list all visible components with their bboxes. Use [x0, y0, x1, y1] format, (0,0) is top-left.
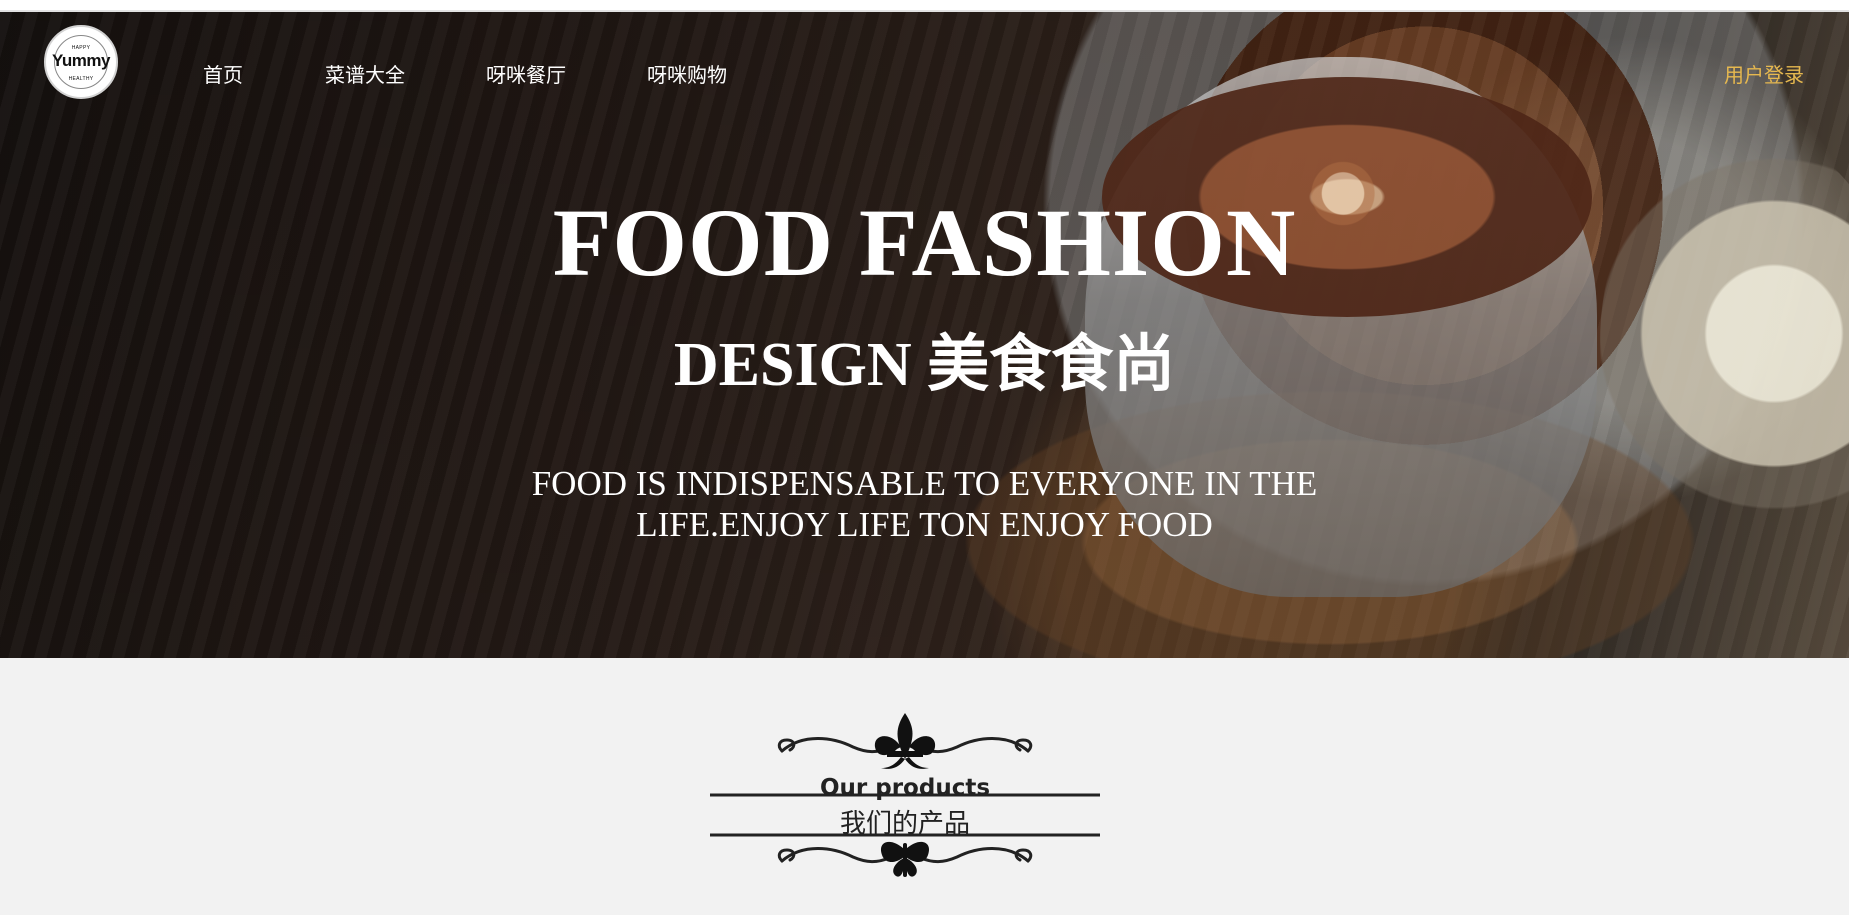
products-heading-emblem: Our products 我们的产品 — [707, 713, 1103, 878]
products-section: Our products 我们的产品 — [0, 658, 1849, 913]
hero-content: FOOD FASHION DESIGN 美食食尚 FOOD IS INDISPE… — [0, 12, 1849, 658]
nav-restaurant[interactable]: 呀咪餐厅 — [486, 63, 566, 87]
nav-shopping[interactable]: 呀咪购物 — [647, 63, 727, 87]
browser-top-border — [0, 0, 1849, 12]
hero-tagline-line-1: FOOD IS INDISPENSABLE TO EVERYONE IN THE — [531, 464, 1318, 503]
hero-tagline: FOOD IS INDISPENSABLE TO EVERYONE IN THE… — [0, 463, 1849, 545]
user-login-link[interactable]: 用户登录 — [1724, 63, 1804, 87]
nav-home[interactable]: 首页 — [203, 63, 243, 87]
yummy-logo[interactable]: HAPPY Yummy HEALTHY — [44, 25, 118, 99]
butterfly-icon — [880, 841, 930, 877]
logo-bottom-text: HEALTHY — [68, 76, 94, 82]
fleur-de-lis-icon — [874, 713, 936, 769]
hero-tagline-line-2: LIFE.ENJOY LIFE TON ENJOY FOOD — [636, 505, 1213, 544]
products-heading-en: Our products — [819, 775, 991, 801]
products-heading-cn: 我们的产品 — [839, 809, 970, 839]
logo-main-text: Yummy — [52, 51, 110, 70]
hero-subtitle: DESIGN 美食食尚 — [673, 331, 1176, 399]
nav-recipes[interactable]: 菜谱大全 — [325, 63, 405, 87]
top-navigation: HAPPY Yummy HEALTHY 首页 菜谱大全 呀咪餐厅 呀咪购物 用户… — [0, 12, 1849, 107]
hero-title: FOOD FASHION — [552, 189, 1297, 296]
hero-banner: HAPPY Yummy HEALTHY 首页 菜谱大全 呀咪餐厅 呀咪购物 用户… — [0, 12, 1849, 658]
